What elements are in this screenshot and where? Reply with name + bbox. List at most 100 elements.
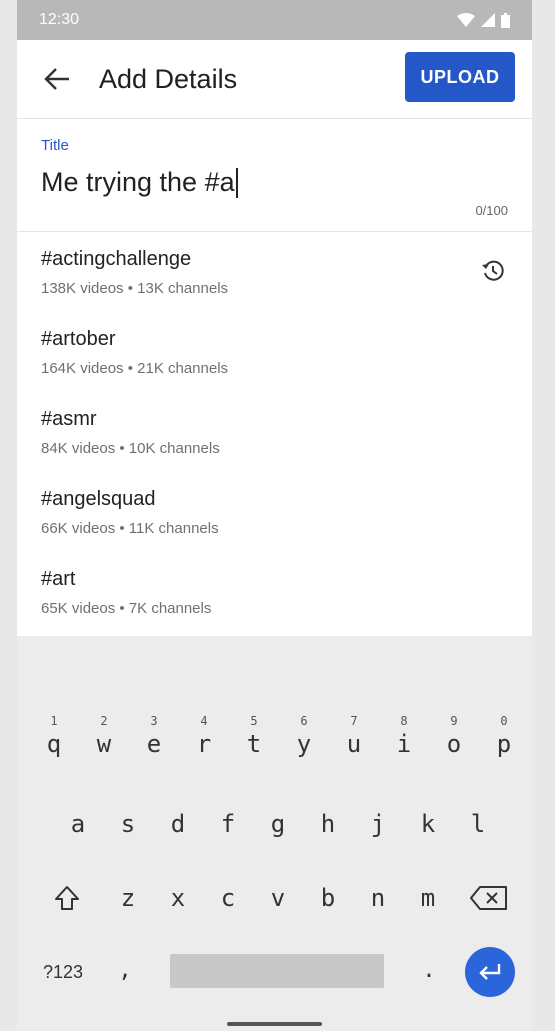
key-letter: k bbox=[420, 810, 436, 838]
key-letter: o bbox=[446, 730, 462, 758]
hashtag-suggestion[interactable]: #asmr 84K videos • 10K channels bbox=[17, 392, 532, 472]
key-letter: t bbox=[246, 730, 262, 758]
soft-keyboard: 1q 2w 3e 4r 5t 6y 7u 8i 9o 0p a s d f g … bbox=[17, 696, 532, 1031]
key-number: 6 bbox=[300, 714, 308, 728]
key-letter: d bbox=[170, 810, 186, 838]
key-r[interactable]: 4r bbox=[191, 714, 217, 758]
key-number: 8 bbox=[400, 714, 408, 728]
key-letter: n bbox=[370, 884, 386, 912]
hashtag-stats: 164K videos • 21K channels bbox=[41, 360, 229, 377]
key-number: 4 bbox=[200, 714, 208, 728]
key-w[interactable]: 2w bbox=[91, 714, 117, 758]
key-letter: s bbox=[120, 810, 136, 838]
battery-icon bbox=[501, 12, 510, 28]
title-input-text: Me trying the #a bbox=[41, 167, 235, 197]
hashtag-name: #actingchallenge bbox=[41, 248, 192, 270]
key-o[interactable]: 9o bbox=[441, 714, 467, 758]
hashtag-suggestion[interactable]: #artober 164K videos • 21K channels bbox=[17, 312, 532, 392]
cell-signal-icon bbox=[481, 13, 495, 27]
hashtag-stats: 84K videos • 10K channels bbox=[41, 440, 220, 457]
symbols-key[interactable]: ?123 bbox=[37, 962, 89, 983]
key-letter: p bbox=[496, 730, 512, 758]
key-m[interactable]: m bbox=[415, 884, 441, 912]
shift-key[interactable] bbox=[51, 884, 83, 916]
hashtag-name: #artober bbox=[41, 328, 116, 350]
gesture-nav-bar[interactable] bbox=[227, 1022, 322, 1026]
key-s[interactable]: s bbox=[115, 810, 141, 838]
key-d[interactable]: d bbox=[165, 810, 191, 838]
character-counter: 0/100 bbox=[475, 203, 508, 218]
key-letter: v bbox=[270, 884, 286, 912]
key-number: 5 bbox=[250, 714, 258, 728]
key-number: 0 bbox=[500, 714, 508, 728]
key-h[interactable]: h bbox=[315, 810, 341, 838]
key-v[interactable]: v bbox=[265, 884, 291, 912]
key-y[interactable]: 6y bbox=[291, 714, 317, 758]
key-t[interactable]: 5t bbox=[241, 714, 267, 758]
key-letter: j bbox=[370, 810, 386, 838]
app-bar: Add Details UPLOAD bbox=[17, 40, 532, 118]
key-letter: l bbox=[470, 810, 486, 838]
title-input-field[interactable]: Title Me trying the #a 0/100 bbox=[17, 119, 532, 231]
key-g[interactable]: g bbox=[265, 810, 291, 838]
text-cursor bbox=[235, 167, 238, 198]
hashtag-stats: 66K videos • 11K channels bbox=[41, 520, 219, 537]
status-time: 12:30 bbox=[39, 11, 80, 28]
key-letter: c bbox=[220, 884, 236, 912]
key-f[interactable]: f bbox=[215, 810, 241, 838]
key-letter: g bbox=[270, 810, 286, 838]
key-letter: z bbox=[120, 884, 136, 912]
key-x[interactable]: x bbox=[165, 884, 191, 912]
hashtag-stats: 138K videos • 13K channels bbox=[41, 280, 229, 297]
key-number: 7 bbox=[350, 714, 358, 728]
key-letter: e bbox=[146, 730, 162, 758]
title-input[interactable]: Me trying the #a bbox=[41, 167, 238, 198]
key-e[interactable]: 3e bbox=[141, 714, 167, 758]
key-c[interactable]: c bbox=[215, 884, 241, 912]
key-n[interactable]: n bbox=[365, 884, 391, 912]
key-z[interactable]: z bbox=[115, 884, 141, 912]
key-j[interactable]: j bbox=[365, 810, 391, 838]
key-letter: x bbox=[170, 884, 186, 912]
period-key[interactable]: . bbox=[421, 958, 437, 983]
keyboard-top-area bbox=[17, 636, 532, 696]
key-a[interactable]: a bbox=[65, 810, 91, 838]
key-letter: a bbox=[70, 810, 86, 838]
upload-button[interactable]: UPLOAD bbox=[405, 52, 515, 102]
key-letter: m bbox=[420, 884, 436, 912]
arrow-back-icon bbox=[44, 68, 69, 90]
key-b[interactable]: b bbox=[315, 884, 341, 912]
key-letter: f bbox=[220, 810, 236, 838]
key-l[interactable]: l bbox=[465, 810, 491, 838]
key-letter: r bbox=[196, 730, 212, 758]
enter-key[interactable] bbox=[465, 947, 515, 997]
hashtag-name: #asmr bbox=[41, 408, 97, 430]
hashtag-stats: 65K videos • 7K channels bbox=[41, 600, 212, 617]
key-k[interactable]: k bbox=[415, 810, 441, 838]
key-p[interactable]: 0p bbox=[491, 714, 517, 758]
space-bar[interactable] bbox=[170, 954, 384, 988]
backspace-key[interactable] bbox=[469, 884, 509, 916]
hashtag-suggestion[interactable]: #art 65K videos • 7K channels bbox=[17, 552, 532, 632]
phone-screen: 12:30 Add Details UPLOAD Title Me trying… bbox=[17, 0, 532, 1031]
key-u[interactable]: 7u bbox=[341, 714, 367, 758]
key-letter: b bbox=[320, 884, 336, 912]
comma-key[interactable]: , bbox=[117, 958, 133, 983]
back-button[interactable] bbox=[37, 59, 77, 99]
key-letter: w bbox=[96, 730, 112, 758]
key-number: 1 bbox=[50, 714, 58, 728]
key-letter: q bbox=[46, 730, 62, 758]
key-i[interactable]: 8i bbox=[391, 714, 417, 758]
key-letter: i bbox=[396, 730, 412, 758]
hashtag-suggestions-list: #actingchallenge 138K videos • 13K chann… bbox=[17, 232, 532, 632]
enter-icon bbox=[479, 964, 501, 980]
history-icon bbox=[482, 260, 504, 281]
key-number: 2 bbox=[100, 714, 108, 728]
backspace-icon bbox=[470, 886, 507, 910]
shift-icon bbox=[55, 886, 79, 910]
key-q[interactable]: 1q bbox=[41, 714, 67, 758]
page-title: Add Details bbox=[99, 63, 238, 94]
key-letter: h bbox=[320, 810, 336, 838]
hashtag-suggestion[interactable]: #angelsquad 66K videos • 11K channels bbox=[17, 472, 532, 552]
hashtag-suggestion[interactable]: #actingchallenge 138K videos • 13K chann… bbox=[17, 232, 532, 312]
